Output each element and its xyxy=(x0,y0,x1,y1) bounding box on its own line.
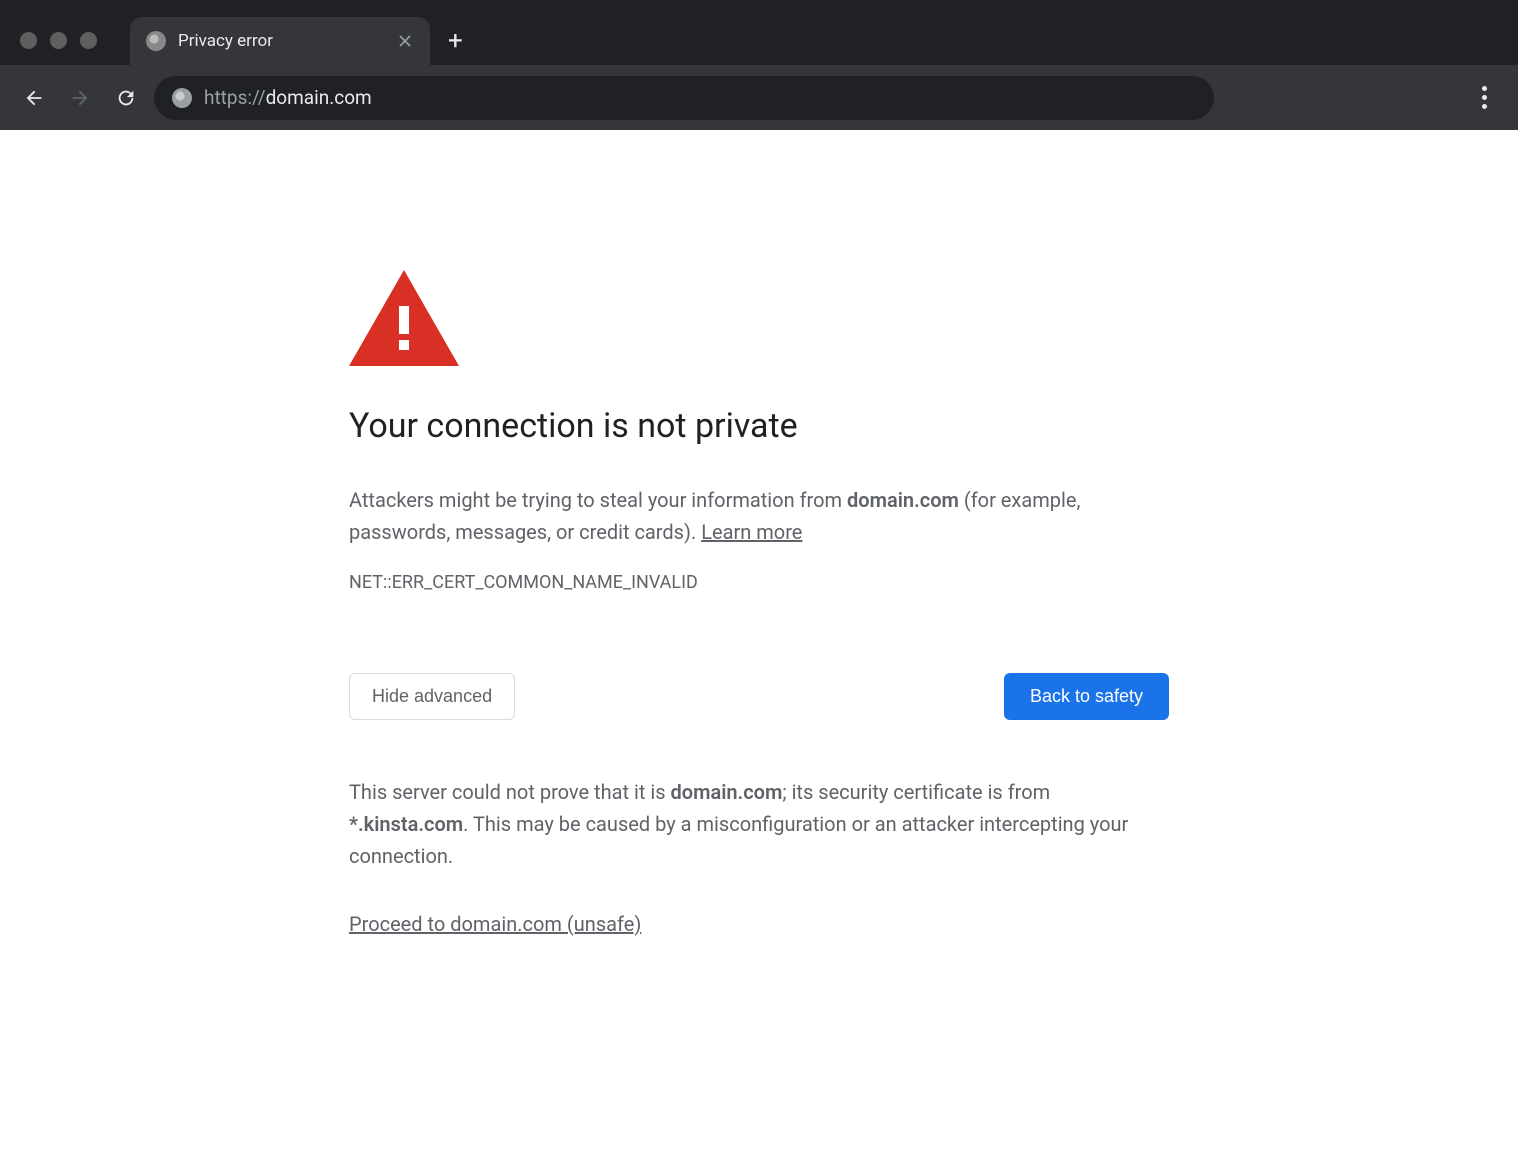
browser-menu-button[interactable] xyxy=(1466,80,1502,116)
toolbar: https://domain.com xyxy=(0,65,1518,130)
url-scheme: https:// xyxy=(204,86,266,109)
site-info-icon[interactable] xyxy=(172,88,192,108)
reload-button[interactable] xyxy=(108,80,144,116)
maximize-window-button[interactable] xyxy=(80,32,97,49)
kebab-icon xyxy=(1482,86,1487,109)
forward-button[interactable] xyxy=(62,80,98,116)
url-text: https://domain.com xyxy=(204,86,372,109)
warning-text-prefix: Attackers might be trying to steal your … xyxy=(349,488,847,512)
proceed-unsafe-link[interactable]: Proceed to domain.com (unsafe) xyxy=(349,912,641,936)
window-controls xyxy=(20,32,97,49)
button-row: Hide advanced Back to safety xyxy=(349,673,1169,720)
learn-more-link[interactable]: Learn more xyxy=(701,520,802,544)
globe-icon xyxy=(146,31,166,51)
close-window-button[interactable] xyxy=(20,32,37,49)
back-to-safety-button[interactable]: Back to safety xyxy=(1004,673,1169,720)
browser-chrome: Privacy error + https://domain.com xyxy=(0,0,1518,130)
tab-bar: Privacy error + xyxy=(130,13,463,65)
warning-triangle-icon xyxy=(349,270,1169,366)
minimize-window-button[interactable] xyxy=(50,32,67,49)
error-code: NET::ERR_CERT_COMMON_NAME_INVALID xyxy=(349,572,1169,593)
cert-from: *.kinsta.com xyxy=(349,812,463,836)
close-tab-button[interactable] xyxy=(396,32,414,50)
advanced-prefix: This server could not prove that it is xyxy=(349,780,671,804)
error-heading: Your connection is not private xyxy=(349,406,1169,446)
new-tab-button[interactable]: + xyxy=(448,17,463,65)
page-content: Your connection is not private Attackers… xyxy=(0,130,1518,936)
back-button[interactable] xyxy=(16,80,52,116)
security-interstitial: Your connection is not private Attackers… xyxy=(349,270,1169,936)
address-bar[interactable]: https://domain.com xyxy=(154,76,1214,120)
warning-domain: domain.com xyxy=(847,488,959,512)
advanced-suffix: . This may be caused by a misconfigurati… xyxy=(349,812,1128,868)
tab-title: Privacy error xyxy=(178,31,384,51)
advanced-domain: domain.com xyxy=(671,780,783,804)
advanced-explanation: This server could not prove that it is d… xyxy=(349,776,1169,872)
hide-advanced-button[interactable]: Hide advanced xyxy=(349,673,515,720)
error-description: Attackers might be trying to steal your … xyxy=(349,484,1169,548)
browser-tab[interactable]: Privacy error xyxy=(130,17,430,65)
url-host: domain.com xyxy=(266,86,372,109)
advanced-mid: ; its security certificate is from xyxy=(782,780,1050,804)
